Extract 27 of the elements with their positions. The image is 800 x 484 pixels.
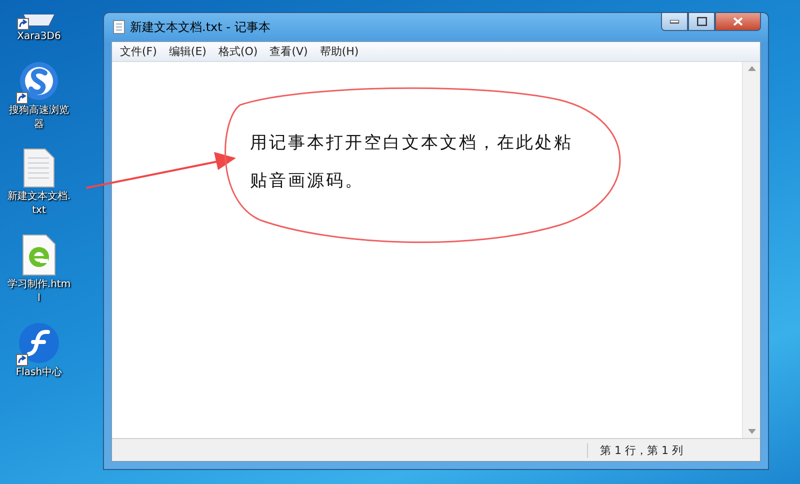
icon-label[interactable]: Flash中心 (7, 366, 71, 380)
menu-item[interactable]: 格式(O) (212, 44, 264, 59)
minimize-button[interactable] (661, 13, 688, 31)
maximize-button[interactable] (688, 13, 715, 31)
scroll-down-icon[interactable] (748, 429, 756, 434)
menu-item[interactable]: 查看(V) (264, 44, 314, 59)
window-title: 新建文本文档.txt - 记事本 (130, 18, 270, 36)
icon-label[interactable]: 学习制作.html (7, 278, 71, 306)
maximize-icon (696, 17, 706, 26)
minimize-icon (670, 20, 679, 24)
close-icon (733, 17, 743, 26)
menu-item[interactable]: 编辑(E) (162, 44, 212, 59)
text-file-icon[interactable] (23, 148, 55, 188)
menu-item[interactable]: 文件(F) (114, 44, 163, 59)
close-button[interactable] (715, 13, 761, 31)
html-file-icon[interactable] (22, 234, 56, 276)
menu-item[interactable]: 帮助(H) (314, 44, 365, 59)
flash-icon[interactable] (18, 322, 60, 364)
icon-label[interactable]: Xara3D6 (7, 30, 71, 44)
cursor-position: 第 1 行，第 1 列 (587, 442, 760, 458)
icon-label[interactable]: 新建文本文档.txt (7, 190, 71, 218)
scroll-up-icon[interactable] (748, 66, 756, 71)
icon-label[interactable]: 搜狗高速浏览器 (7, 104, 71, 132)
notepad-icon (113, 20, 125, 34)
browser-icon[interactable] (18, 60, 60, 102)
scrollbar[interactable] (742, 62, 760, 438)
annotation-text: 用记事本打开空白文本文档，在此处粘贴音画源码。 (250, 132, 574, 193)
